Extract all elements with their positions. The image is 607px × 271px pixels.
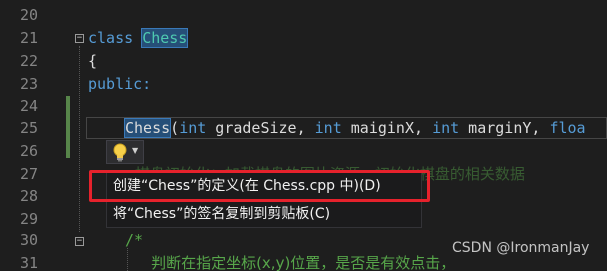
code-token: (: [170, 119, 180, 137]
constructor-name[interactable]: Chess: [123, 118, 172, 138]
watermark: CSDN @IronmanJay: [452, 240, 590, 256]
line-number: 28: [19, 187, 38, 205]
code-comment: 判断在指定坐标(x,y)位置，是否是有效点击，: [132, 254, 456, 271]
indent-guide: [127, 248, 128, 271]
change-indicator: [66, 118, 70, 158]
line-number: 30: [19, 231, 38, 249]
line-number: 20: [19, 6, 38, 24]
code-editor[interactable]: 20 21 22 23 24 25 26 27 28 29 30 31 − − …: [0, 0, 607, 271]
code-token: gradeSize,: [206, 119, 315, 137]
code-line: public:: [88, 75, 152, 93]
line-number: 21: [19, 29, 38, 47]
annotation-highlight-box: [89, 170, 430, 202]
line-number: 24: [19, 97, 38, 115]
keyword: int: [314, 119, 342, 137]
line-number: 23: [19, 75, 38, 93]
code-line: Chess(int gradeSize, int maiginX, int ma…: [123, 118, 586, 138]
line-number: 31: [19, 254, 38, 271]
quick-actions-button[interactable]: ▼: [106, 140, 144, 164]
code-line: class Chess: [88, 28, 189, 48]
class-name[interactable]: Chess: [141, 28, 189, 48]
keyword: int: [179, 119, 207, 137]
line-number: 29: [19, 210, 38, 228]
lightbulb-icon: [113, 143, 127, 162]
line-number: 22: [19, 52, 38, 70]
line-number: 27: [19, 165, 38, 183]
code-token: maiginX,: [341, 119, 433, 137]
collapse-toggle-icon[interactable]: −: [75, 237, 84, 246]
code-line: ▔▔▔▔▔▔▔▔▔: [88, 0, 170, 11]
code-comment: /*: [125, 231, 144, 249]
keyword: class: [88, 29, 143, 47]
collapse-toggle-icon[interactable]: −: [75, 34, 84, 43]
keyword: int: [432, 119, 460, 137]
line-number: 26: [19, 142, 38, 160]
chevron-down-icon[interactable]: ▼: [132, 146, 138, 155]
keyword: floa: [549, 119, 586, 137]
menu-item-copy-signature[interactable]: 将“Chess”的签名复制到剪贴板(C): [113, 201, 330, 227]
code-token: marginY,: [459, 119, 550, 137]
line-number: 25: [19, 119, 38, 137]
indent-guide: [79, 46, 80, 232]
code-line: {: [88, 52, 98, 70]
